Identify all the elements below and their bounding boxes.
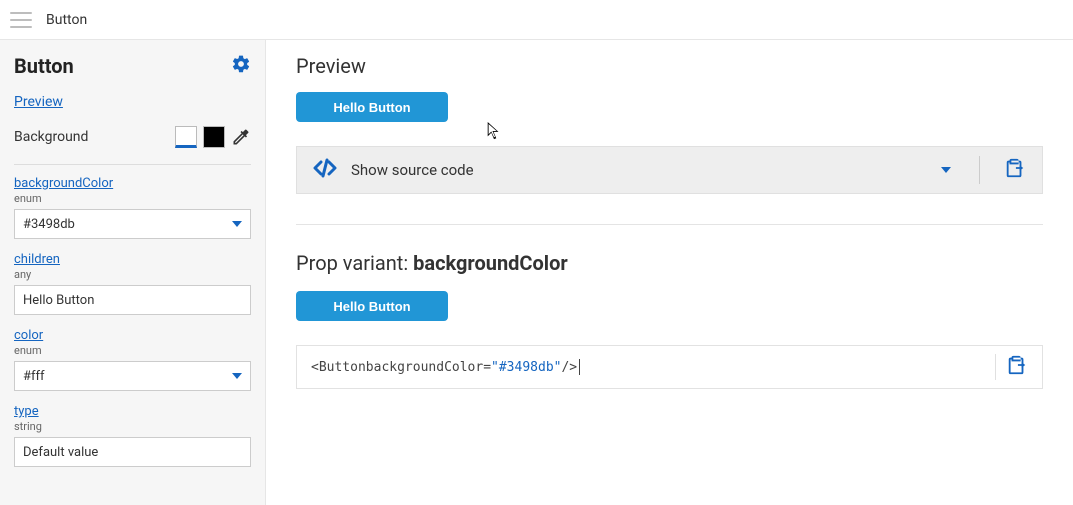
- chevron-down-icon: [232, 221, 242, 227]
- chevron-down-icon: [232, 373, 242, 379]
- variant-prop-name: backgroundColor: [413, 251, 568, 275]
- prop-link-color[interactable]: color: [14, 328, 43, 343]
- prop-value: Hello Button: [23, 293, 94, 308]
- show-source-bar[interactable]: Show source code: [296, 146, 1043, 194]
- preview-link[interactable]: Preview: [14, 94, 63, 110]
- prop-type-label: enum: [14, 192, 251, 205]
- divider: [979, 156, 980, 184]
- code-token: <Button: [311, 360, 366, 375]
- variant-prefix: Prop variant:: [296, 251, 413, 275]
- prop-select-backgroundcolor[interactable]: #3498db: [14, 209, 251, 239]
- bg-swatch-black[interactable]: [203, 126, 225, 148]
- chevron-down-icon: [941, 167, 951, 173]
- preview-component-button[interactable]: Hello Button: [296, 92, 448, 122]
- divider: [995, 354, 996, 380]
- prop-link-type[interactable]: type: [14, 404, 39, 419]
- prop-link-backgroundcolor[interactable]: backgroundColor: [14, 176, 113, 191]
- cursor-icon: [487, 122, 501, 144]
- page-title: Button: [46, 12, 87, 28]
- gear-icon[interactable]: [231, 54, 251, 78]
- code-token: "#3498db": [491, 360, 561, 375]
- eyedropper-icon[interactable]: [231, 127, 251, 147]
- prop-type-label: any: [14, 268, 251, 281]
- code-token: backgroundColor: [366, 360, 483, 375]
- code-token: />: [561, 360, 577, 375]
- background-label: Background: [14, 129, 88, 145]
- prop-value: #3498db: [23, 217, 75, 232]
- sidebar: Button Preview Background backgroundColo…: [0, 40, 266, 505]
- prop-type-label: enum: [14, 344, 251, 357]
- show-source-label: Show source code: [351, 161, 927, 179]
- code-preview: <Button backgroundColor = "#3498db" />: [296, 345, 1043, 389]
- clipboard-icon[interactable]: [1004, 157, 1026, 183]
- prop-type-label: string: [14, 420, 251, 433]
- divider: [296, 224, 1043, 225]
- prop-value: Default value: [23, 445, 98, 460]
- component-title: Button: [14, 54, 74, 78]
- text-cursor: [579, 359, 580, 375]
- top-bar: Button: [0, 0, 1073, 40]
- prop-input-children[interactable]: Hello Button: [14, 285, 251, 315]
- prop-select-color[interactable]: #fff: [14, 361, 251, 391]
- variant-heading: Prop variant: backgroundColor: [296, 251, 1043, 275]
- variant-component-button[interactable]: Hello Button: [296, 291, 448, 321]
- prop-input-type[interactable]: Default value: [14, 437, 251, 467]
- prop-value: #fff: [23, 369, 45, 384]
- code-token: =: [483, 360, 491, 375]
- clipboard-icon[interactable]: [1006, 354, 1028, 380]
- prop-link-children[interactable]: children: [14, 252, 60, 267]
- code-icon: [313, 156, 337, 184]
- divider: [14, 164, 251, 165]
- content-area: Preview Hello Button Show source code Pr…: [266, 40, 1073, 505]
- preview-heading: Preview: [296, 54, 1043, 78]
- bg-swatch-white[interactable]: [175, 126, 197, 148]
- menu-icon[interactable]: [10, 12, 32, 28]
